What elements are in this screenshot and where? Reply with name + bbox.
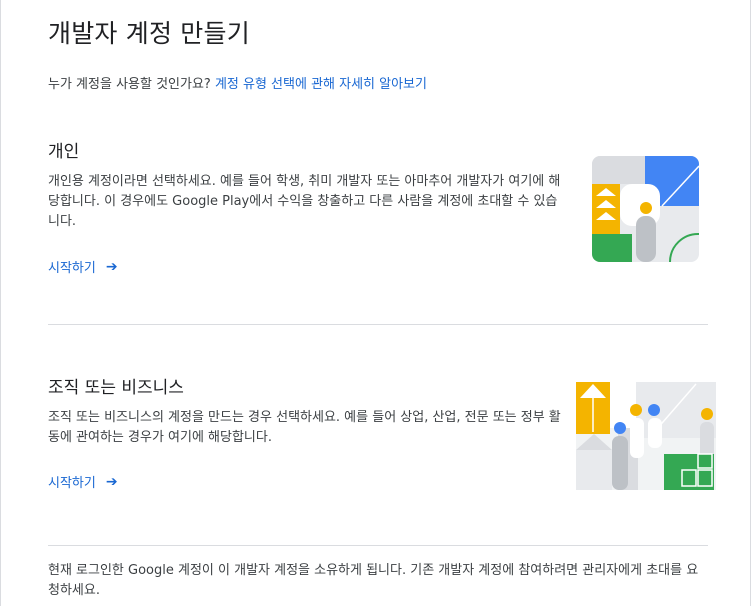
personal-start-label: 시작하기 — [48, 261, 96, 276]
personal-start-button[interactable]: 시작하기 ➔ — [48, 257, 118, 277]
organization-section-title: 조직 또는 비즈니스 — [48, 378, 184, 398]
arrow-right-icon: ➔ — [105, 258, 118, 275]
section-divider — [48, 324, 708, 325]
organization-section-description: 조직 또는 비즈니스의 계정을 만드는 경우 선택하세요. 예를 들어 상업, … — [48, 410, 561, 445]
organization-start-button[interactable]: 시작하기 ➔ — [48, 472, 118, 492]
organization-illustration — [576, 382, 716, 490]
intro-text: 누가 계정을 사용할 것인가요? 계정 유형 선택에 관해 자세히 알아보기 — [48, 73, 427, 92]
personal-section-description: 개인용 계정이라면 선택하세요. 예를 들어 학생, 취미 개발자 또는 아마추… — [48, 174, 561, 229]
create-developer-account-page: 개발자 계정 만들기 누가 계정을 사용할 것인가요? 계정 유형 선택에 관해… — [0, 0, 751, 606]
personal-illustration — [592, 156, 699, 262]
learn-more-link[interactable]: 계정 유형 선택에 관해 자세히 알아보기 — [215, 77, 427, 92]
account-ownership-notice: 현재 로그인한 Google 계정이 이 개발자 계정을 소유하게 됩니다. 기… — [48, 563, 699, 598]
page-title: 개발자 계정 만들기 — [48, 19, 250, 48]
footer-divider — [48, 545, 708, 546]
organization-start-label: 시작하기 — [48, 476, 96, 491]
intro-question: 누가 계정을 사용할 것인가요? — [48, 77, 215, 92]
personal-section-title: 개인 — [48, 142, 80, 162]
arrow-right-icon: ➔ — [105, 473, 118, 490]
